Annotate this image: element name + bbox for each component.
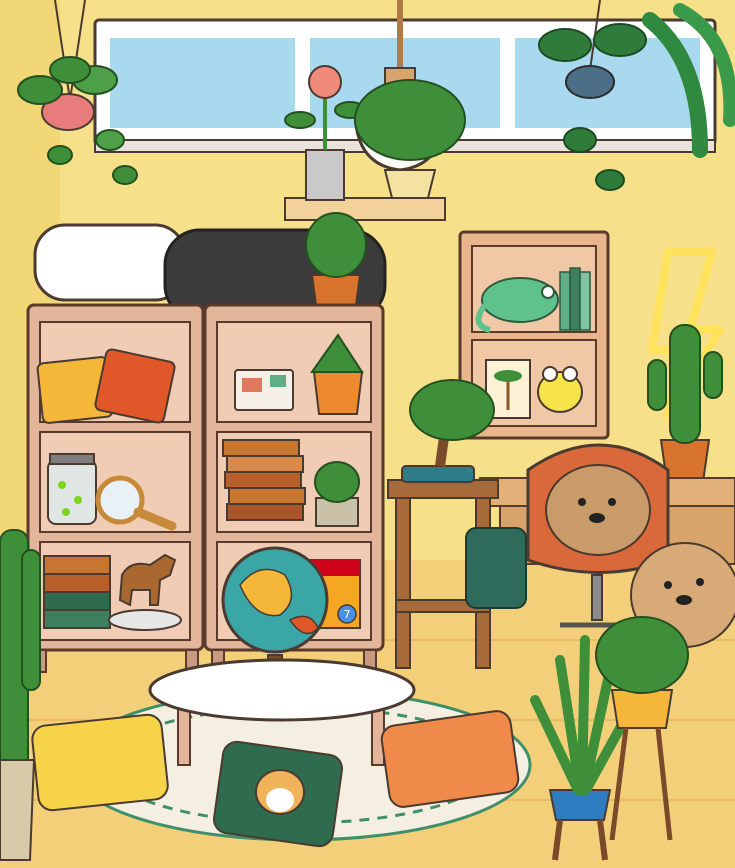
- floor-cushion-yellow[interactable]: [31, 713, 169, 812]
- book-stack-right[interactable]: [222, 439, 306, 521]
- backpack-icon[interactable]: [465, 527, 527, 609]
- potted-plant-icon: [305, 212, 367, 313]
- basket-icon[interactable]: [0, 759, 36, 861]
- puppy-icon[interactable]: [545, 464, 651, 556]
- floating-shelf: [284, 197, 446, 221]
- corgi-cushion-icon[interactable]: [212, 740, 344, 848]
- frog-icon[interactable]: [537, 366, 583, 413]
- small-plant-icon: [314, 461, 360, 527]
- books-upright: [559, 267, 591, 331]
- postcard-icon[interactable]: [234, 369, 294, 411]
- room-scene: 7: [0, 0, 735, 868]
- firefly-jar-icon[interactable]: [47, 453, 97, 525]
- room-canvas: 7: [0, 0, 735, 868]
- game-box-badge: 7: [344, 608, 351, 621]
- book-stack-left[interactable]: [43, 555, 111, 629]
- floor-cushion-orange[interactable]: [380, 709, 520, 808]
